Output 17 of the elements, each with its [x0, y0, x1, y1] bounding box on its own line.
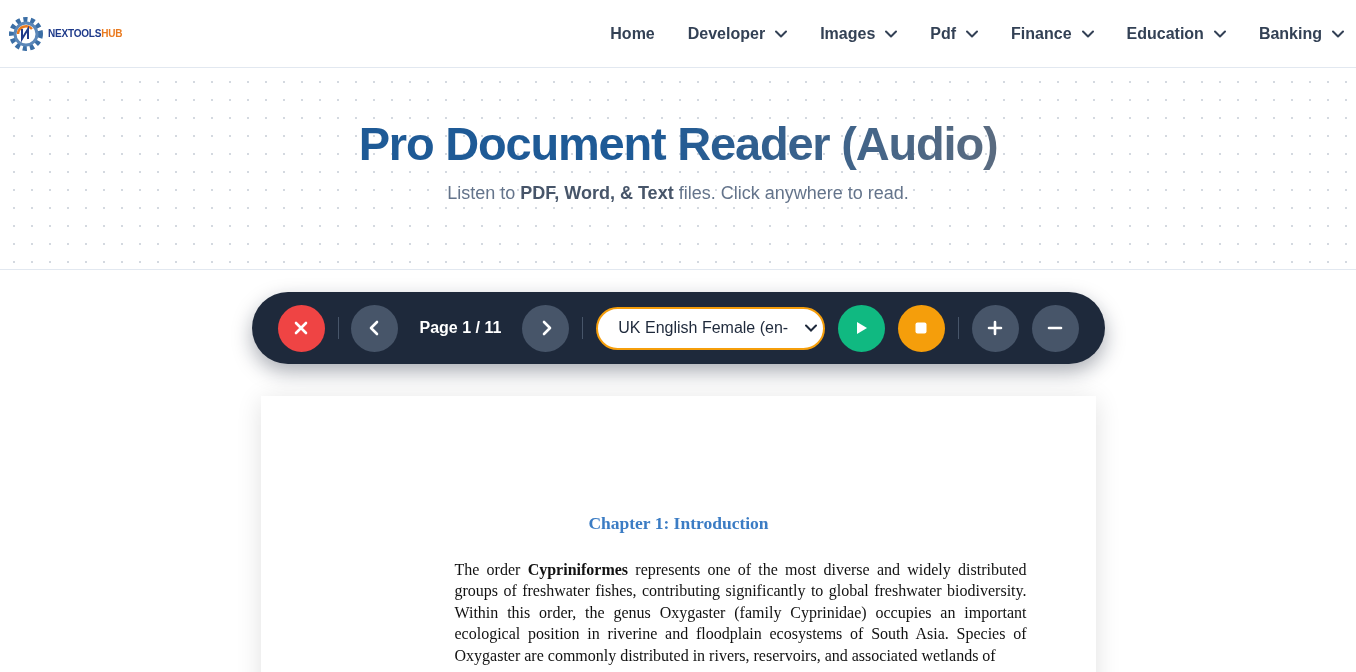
nav-link[interactable]: Finance [994, 13, 1110, 54]
nav-link[interactable]: Pdf [913, 13, 995, 54]
page-subtitle: Listen to PDF, Word, & Text files. Click anywhere to read. [447, 183, 909, 204]
voice-select[interactable]: UK English Female (en- [596, 306, 825, 350]
nav-link[interactable]: Developer [670, 13, 804, 54]
nav-link[interactable]: Images [803, 13, 914, 54]
nav-link[interactable]: Home [593, 13, 671, 54]
minus-icon [1047, 326, 1063, 330]
chevron-down-icon [804, 324, 817, 332]
document-paragraph: The order Cypriniformes represents one of the most diverse and widely distributed groups of freshwater fishes, contributing significantly to global freshwater biodiversity. Within this order, the genus Oxygaster (family Cyprinidae) occupies an important ecological position in riverine and floodplain ecosystems of South Asia. Species of Oxygaster are commonly distributed in rivers, reservoirs, and associated wetlands of [454, 560, 1027, 667]
page-indicator: Page 1 / 11 [419, 319, 502, 337]
plus-icon [986, 319, 1005, 337]
close-icon [292, 319, 310, 337]
nav-link[interactable]: Education [1109, 13, 1242, 54]
logo-text[interactable]: NEXTOOLSHUB [48, 28, 123, 39]
chapter-heading: Chapter 1: Introduction [587, 513, 770, 534]
nav-link[interactable]: Banking [1241, 13, 1356, 54]
